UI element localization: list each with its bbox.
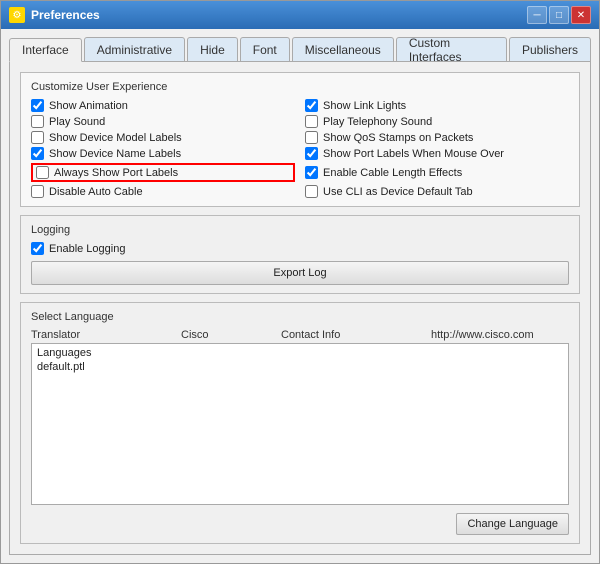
checkbox-show-qos-input[interactable] bbox=[305, 131, 318, 144]
tab-custom-interfaces[interactable]: Custom Interfaces bbox=[396, 37, 507, 61]
checkbox-always-show-port-label: Always Show Port Labels bbox=[54, 167, 178, 179]
lang-header-translator: Translator bbox=[31, 329, 181, 341]
lang-header-contact: Contact Info bbox=[281, 329, 431, 341]
checkbox-show-model: Show Device Model Labels bbox=[31, 131, 295, 144]
export-log-button[interactable]: Export Log bbox=[31, 261, 569, 285]
checkbox-show-link-lights: Show Link Lights bbox=[305, 99, 569, 112]
checkbox-disable-auto-cable-label: Disable Auto Cable bbox=[49, 186, 143, 198]
logging-title: Logging bbox=[31, 224, 569, 236]
checkbox-play-sound-input[interactable] bbox=[31, 115, 44, 128]
minimize-button[interactable]: ─ bbox=[527, 6, 547, 24]
lang-list-item-default[interactable]: default.ptl bbox=[34, 360, 566, 374]
customize-section: Customize User Experience Show Animation… bbox=[20, 72, 580, 207]
checkbox-always-show-port-input[interactable] bbox=[36, 166, 49, 179]
checkbox-enable-cable: Enable Cable Length Effects bbox=[305, 163, 569, 182]
checkbox-show-qos-label: Show QoS Stamps on Packets bbox=[323, 132, 473, 144]
close-button[interactable]: ✕ bbox=[571, 6, 591, 24]
lang-header-url: http://www.cisco.com bbox=[431, 329, 569, 341]
tab-publishers[interactable]: Publishers bbox=[509, 37, 591, 61]
tab-panel-interface: Customize User Experience Show Animation… bbox=[9, 61, 591, 555]
checkbox-use-cli: Use CLI as Device Default Tab bbox=[305, 185, 569, 198]
checkbox-show-model-label: Show Device Model Labels bbox=[49, 132, 182, 144]
lang-header-cisco: Cisco bbox=[181, 329, 281, 341]
checkbox-enable-logging: Enable Logging bbox=[31, 242, 569, 255]
checkbox-show-qos: Show QoS Stamps on Packets bbox=[305, 131, 569, 144]
tab-hide[interactable]: Hide bbox=[187, 37, 238, 61]
language-list[interactable]: Languages default.ptl bbox=[31, 343, 569, 505]
checkbox-play-telephony: Play Telephony Sound bbox=[305, 115, 569, 128]
checkbox-enable-logging-input[interactable] bbox=[31, 242, 44, 255]
checkbox-show-model-input[interactable] bbox=[31, 131, 44, 144]
checkbox-show-animation: Show Animation bbox=[31, 99, 295, 112]
checkbox-use-cli-label: Use CLI as Device Default Tab bbox=[323, 186, 473, 198]
checkboxes-grid: Show Animation Show Link Lights Play Sou… bbox=[31, 99, 569, 198]
logging-section: Logging Enable Logging Export Log bbox=[20, 215, 580, 294]
checkbox-show-animation-label: Show Animation bbox=[49, 100, 128, 112]
checkbox-use-cli-input[interactable] bbox=[305, 185, 318, 198]
tab-interface[interactable]: Interface bbox=[9, 38, 82, 62]
maximize-button[interactable]: □ bbox=[549, 6, 569, 24]
customize-title: Customize User Experience bbox=[31, 81, 569, 93]
tab-bar: Interface Administrative Hide Font Misce… bbox=[9, 37, 591, 61]
language-section: Select Language Translator Cisco Contact… bbox=[20, 302, 580, 544]
checkbox-show-port-labels-mouse-input[interactable] bbox=[305, 147, 318, 160]
bottom-buttons: Change Language bbox=[31, 513, 569, 535]
checkbox-show-port-labels-mouse-label: Show Port Labels When Mouse Over bbox=[323, 148, 504, 160]
checkbox-disable-auto-cable: Disable Auto Cable bbox=[31, 185, 295, 198]
checkbox-play-sound-label: Play Sound bbox=[49, 116, 105, 128]
window-title: Preferences bbox=[31, 8, 100, 22]
checkbox-play-telephony-label: Play Telephony Sound bbox=[323, 116, 432, 128]
checkbox-play-sound: Play Sound bbox=[31, 115, 295, 128]
checkbox-show-animation-input[interactable] bbox=[31, 99, 44, 112]
checkbox-show-port-labels-mouse: Show Port Labels When Mouse Over bbox=[305, 147, 569, 160]
tab-administrative[interactable]: Administrative bbox=[84, 37, 185, 61]
checkbox-enable-cable-input[interactable] bbox=[305, 166, 318, 179]
language-header: Translator Cisco Contact Info http://www… bbox=[31, 329, 569, 341]
checkbox-show-link-lights-input[interactable] bbox=[305, 99, 318, 112]
checkbox-show-name-label: Show Device Name Labels bbox=[49, 148, 181, 160]
checkbox-disable-auto-cable-input[interactable] bbox=[31, 185, 44, 198]
checkbox-show-name-input[interactable] bbox=[31, 147, 44, 160]
checkbox-always-show-port: Always Show Port Labels bbox=[31, 163, 295, 182]
window-icon: ⚙ bbox=[9, 7, 25, 23]
language-title: Select Language bbox=[31, 311, 569, 323]
checkbox-show-link-lights-label: Show Link Lights bbox=[323, 100, 406, 112]
change-language-button[interactable]: Change Language bbox=[456, 513, 569, 535]
tab-font[interactable]: Font bbox=[240, 37, 290, 61]
checkbox-play-telephony-input[interactable] bbox=[305, 115, 318, 128]
checkbox-enable-cable-label: Enable Cable Length Effects bbox=[323, 167, 462, 179]
checkbox-show-name: Show Device Name Labels bbox=[31, 147, 295, 160]
tab-miscellaneous[interactable]: Miscellaneous bbox=[292, 37, 394, 61]
title-bar: ⚙ Preferences ─ □ ✕ bbox=[1, 1, 599, 29]
lang-list-item-languages[interactable]: Languages bbox=[34, 346, 566, 360]
checkbox-enable-logging-label: Enable Logging bbox=[49, 243, 125, 255]
